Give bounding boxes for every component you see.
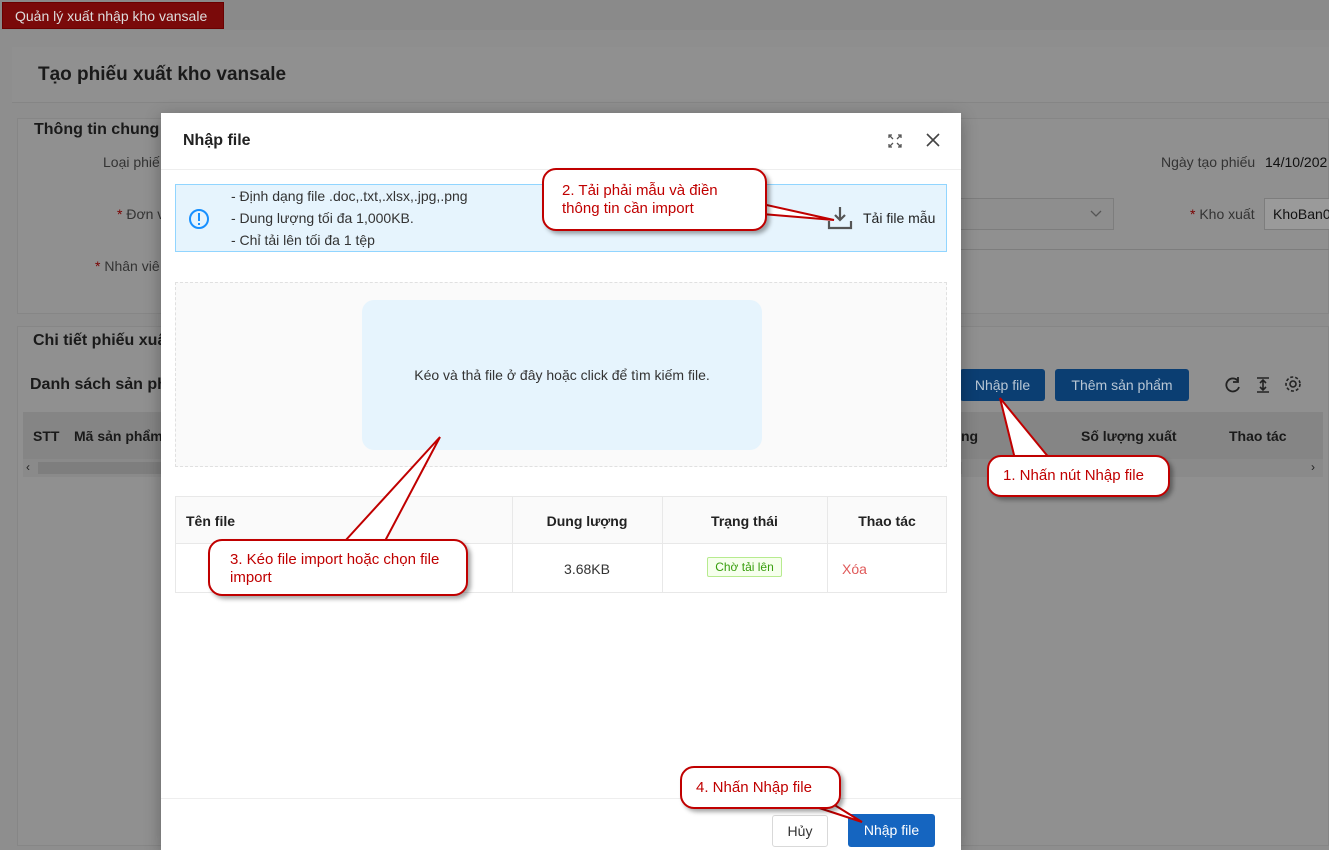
callout1-pointer [999, 397, 1053, 460]
callout-step4: 4. Nhấn Nhập file [680, 766, 841, 809]
callout-step1: 1. Nhấn nút Nhập file [987, 455, 1170, 497]
callout3-pointer [342, 436, 441, 542]
callout-step2: 2. Tải phải mẫu và điền thông tin cần im… [542, 168, 767, 231]
callout-pointers [342, 202, 1053, 823]
callout-step3: 3. Kéo file import hoặc chọn file import [208, 539, 468, 596]
callout2-pointer [761, 202, 835, 221]
